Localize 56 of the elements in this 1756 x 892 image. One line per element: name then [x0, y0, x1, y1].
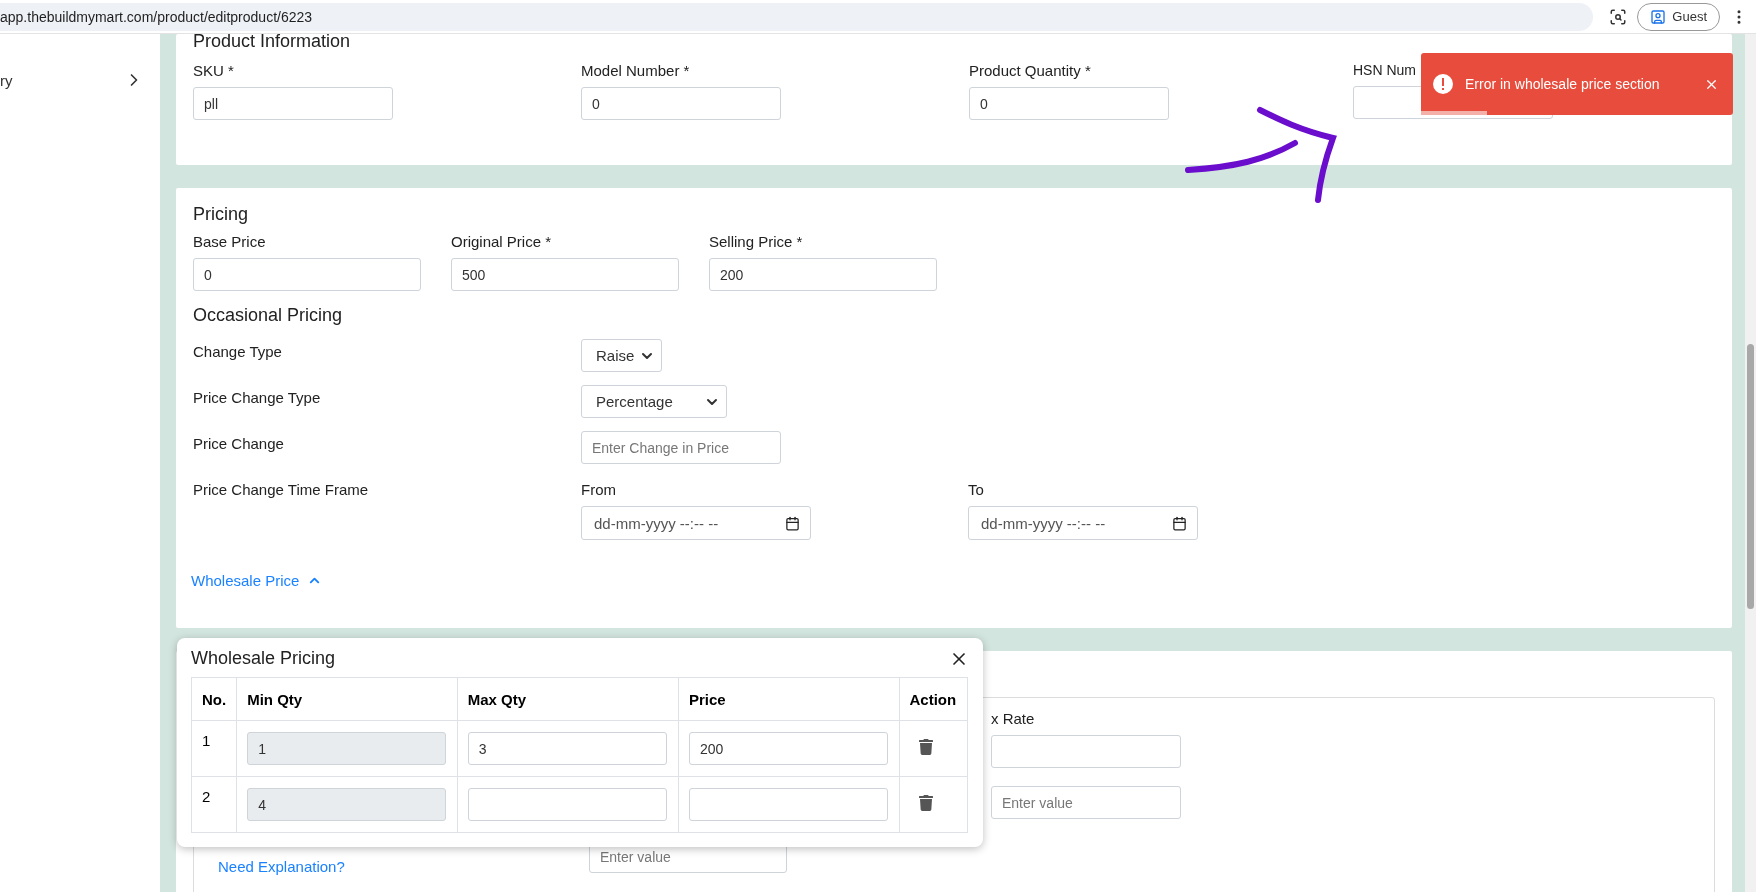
input-field[interactable]: 200 — [688, 732, 888, 765]
column-header: Min Qty — [236, 677, 458, 721]
field-label: Base Price — [193, 233, 267, 250]
input-field[interactable]: 500 — [451, 258, 679, 291]
section-title: Pricing — [193, 204, 250, 225]
field-label: Product Quantity * — [969, 62, 1092, 79]
input-field[interactable]: 3 — [467, 732, 667, 765]
input-field[interactable]: pll — [193, 87, 393, 120]
date-field[interactable]: dd-mm-yyyy --:-- -- — [581, 506, 811, 540]
section-title: Product Information — [193, 34, 352, 50]
date-field[interactable]: dd-mm-yyyy --:-- -- — [968, 506, 1198, 540]
sidebar-item[interactable]: ry — [0, 71, 13, 89]
input-field[interactable] — [991, 735, 1181, 768]
table-cell: 2 — [191, 776, 237, 833]
column-header: Max Qty — [457, 677, 679, 721]
select-field[interactable]: Percentage — [581, 385, 727, 418]
scrollbar[interactable] — [1745, 34, 1756, 892]
user-icon — [1650, 8, 1667, 25]
field-label: x Rate — [991, 710, 1036, 727]
dialog-title: Wholesale Pricing — [191, 648, 336, 669]
input-field[interactable]: 0 — [193, 258, 421, 291]
field-label: Price Change Time Frame — [193, 481, 370, 498]
search-icon[interactable] — [1609, 7, 1628, 26]
url-text[interactable]: app.thebuildmymart.com/product/editproduct/6223 — [0, 8, 313, 25]
field-label: From — [581, 481, 617, 498]
field-label: Price Change Type — [193, 389, 322, 406]
input-field[interactable] — [688, 788, 888, 821]
explanation-link[interactable]: Need Explanation? — [218, 858, 345, 875]
field-label: Model Number * — [581, 62, 691, 79]
field-label: Change Type — [193, 343, 283, 360]
input-field[interactable]: 0 — [969, 87, 1169, 120]
field-label: To — [968, 481, 985, 498]
field-label: HSN Num — [1353, 62, 1417, 78]
trash-icon[interactable] — [917, 795, 934, 811]
input-field[interactable]: 0 — [581, 87, 781, 120]
wholesale-price-link[interactable]: Wholesale Price — [191, 572, 323, 589]
toast-message: Error in wholesale price section — [1465, 76, 1661, 92]
input-field[interactable]: Enter value — [991, 786, 1181, 819]
column-header: Action — [899, 677, 968, 721]
input-field[interactable]: Enter Change in Price — [581, 431, 781, 464]
field-label: Price Change — [193, 435, 285, 452]
field-label: Original Price * — [451, 233, 553, 250]
field-label: SKU * — [193, 62, 235, 79]
column-header: No. — [191, 677, 237, 721]
calendar-icon[interactable] — [1172, 515, 1187, 531]
input-field[interactable]: 200 — [709, 258, 937, 291]
calendar-icon[interactable] — [785, 515, 800, 531]
select-field[interactable]: Raise — [581, 339, 662, 372]
alert-icon — [1433, 74, 1453, 94]
field-label: Selling Price * — [709, 233, 804, 250]
trash-icon[interactable] — [917, 739, 934, 755]
column-header: Price — [678, 677, 899, 721]
input-field[interactable] — [467, 788, 667, 821]
table-cell: 1 — [191, 720, 237, 777]
section-title: Occasional Pricing — [193, 305, 344, 326]
profile-button[interactable]: Guest — [1637, 2, 1720, 31]
